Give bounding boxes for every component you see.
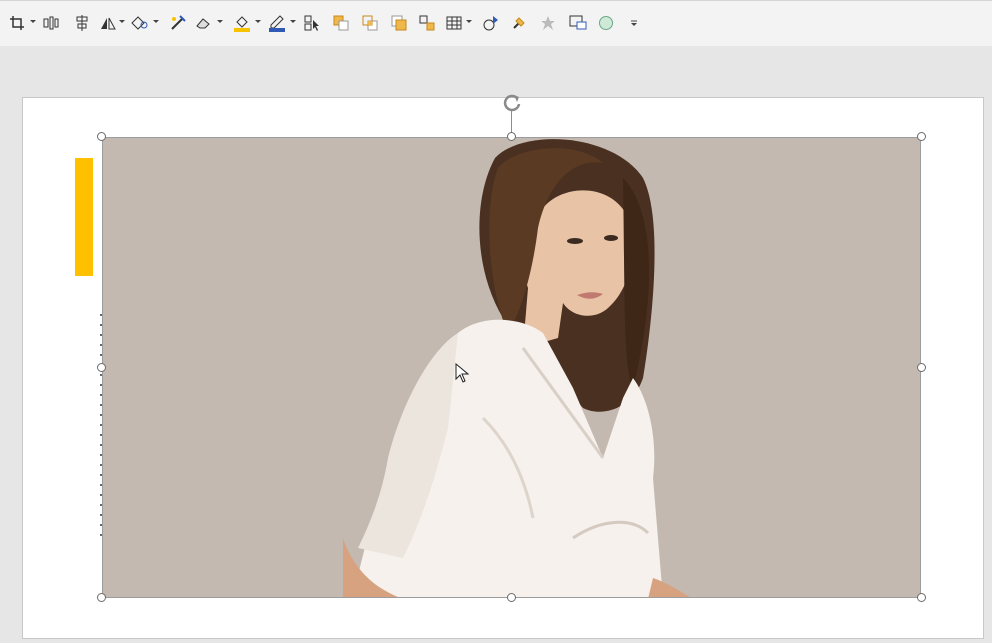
chevron-down-icon[interactable] [119, 20, 125, 23]
edit-shape-icon[interactable] [131, 13, 149, 33]
chevron-down-icon[interactable] [466, 20, 472, 23]
outline-color-icon[interactable] [268, 13, 286, 33]
resize-handle-bottom-left[interactable] [97, 593, 106, 602]
group-icon[interactable] [419, 13, 435, 33]
crop-icon[interactable] [10, 13, 24, 33]
align-objects-icon[interactable] [43, 13, 59, 33]
more-options-icon[interactable] [630, 13, 638, 33]
chevron-down-icon[interactable] [30, 20, 36, 23]
fill-color-icon[interactable] [233, 13, 251, 33]
table-icon[interactable] [446, 13, 462, 33]
resize-handle-bottom-right[interactable] [917, 593, 926, 602]
resize-handle-right[interactable] [917, 363, 926, 372]
chevron-down-icon[interactable] [255, 20, 261, 23]
format-painter-icon[interactable] [511, 13, 527, 33]
send-backward-icon[interactable] [362, 13, 378, 33]
oval-shape-icon[interactable] [598, 13, 614, 33]
animation-pane-icon[interactable] [481, 13, 499, 33]
fill-color-swatch [234, 28, 250, 32]
artistic-effects-icon[interactable] [170, 13, 186, 33]
portrait-photo-icon [103, 138, 920, 597]
accent-bar[interactable] [75, 158, 93, 276]
distribute-icon[interactable] [75, 13, 89, 33]
screen-clipping-icon[interactable] [569, 13, 587, 33]
rotate-handle-icon[interactable] [501, 92, 523, 114]
resize-handle-top-right[interactable] [917, 132, 926, 141]
selection-pane-icon[interactable] [304, 13, 320, 33]
quick-access-toolbar [0, 0, 992, 46]
chevron-down-icon[interactable] [290, 20, 296, 23]
rotate-flip-icon[interactable] [100, 13, 116, 33]
chevron-down-icon[interactable] [153, 20, 159, 23]
selected-picture[interactable] [102, 137, 921, 598]
resize-handle-top-left[interactable] [97, 132, 106, 141]
resize-handle-top[interactable] [507, 132, 516, 141]
mouse-cursor-icon [455, 362, 470, 388]
resize-handle-bottom[interactable] [507, 593, 516, 602]
resize-handle-left[interactable] [97, 363, 106, 372]
bring-forward-icon[interactable] [333, 13, 349, 33]
bring-to-front-icon[interactable] [391, 13, 407, 33]
chevron-down-icon[interactable] [217, 20, 223, 23]
effects-icon[interactable] [540, 13, 556, 33]
eraser-icon[interactable] [195, 13, 211, 33]
